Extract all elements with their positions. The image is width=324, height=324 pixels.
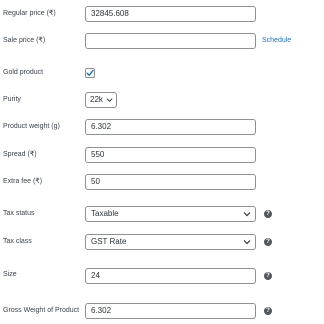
purity-value: 22k: [90, 95, 103, 104]
tax-class-select[interactable]: GST Rate: [85, 234, 256, 250]
gold-product-checkbox[interactable]: [85, 68, 95, 78]
spread-label: Spread (₹): [3, 151, 37, 158]
size-label: Size: [3, 271, 17, 278]
tax-status-select[interactable]: Taxable: [85, 206, 256, 222]
tax-status-label: Tax status: [3, 210, 35, 217]
spread-input[interactable]: 550: [85, 147, 256, 163]
purity-label: Purity: [3, 96, 21, 103]
chevron-down-icon: [243, 212, 251, 217]
size-input[interactable]: 24: [85, 268, 256, 284]
gold-product-label: Gold product: [3, 69, 44, 76]
sale-price-input[interactable]: [85, 33, 256, 49]
regular-price-label: Regular price (₹): [3, 10, 56, 17]
product-weight-label: Product weight (g): [3, 123, 60, 130]
extra-fee-label: Extra fee (₹): [3, 178, 43, 185]
help-icon[interactable]: ?: [264, 210, 272, 218]
help-icon[interactable]: ?: [264, 307, 272, 315]
chevron-down-icon: [243, 240, 251, 245]
regular-price-input[interactable]: 32845.608: [85, 6, 256, 22]
tax-class-label: Tax class: [3, 238, 32, 245]
sale-price-label: Sale price (₹): [3, 37, 46, 44]
checkmark-icon: [86, 69, 94, 76]
help-icon[interactable]: ?: [264, 238, 272, 246]
product-weight-input[interactable]: 6.302: [85, 119, 256, 135]
gross-weight-label: Gross Weight of Product: [3, 307, 80, 314]
tax-status-value: Taxable: [91, 209, 119, 218]
tax-class-value: GST Rate: [91, 237, 127, 246]
extra-fee-input[interactable]: 50: [85, 174, 256, 190]
chevron-down-icon: [106, 98, 113, 103]
schedule-link[interactable]: Schedule: [262, 36, 291, 46]
purity-select[interactable]: 22k: [85, 92, 117, 108]
gross-weight-input[interactable]: 6.302: [85, 303, 256, 319]
help-icon[interactable]: ?: [264, 272, 272, 280]
